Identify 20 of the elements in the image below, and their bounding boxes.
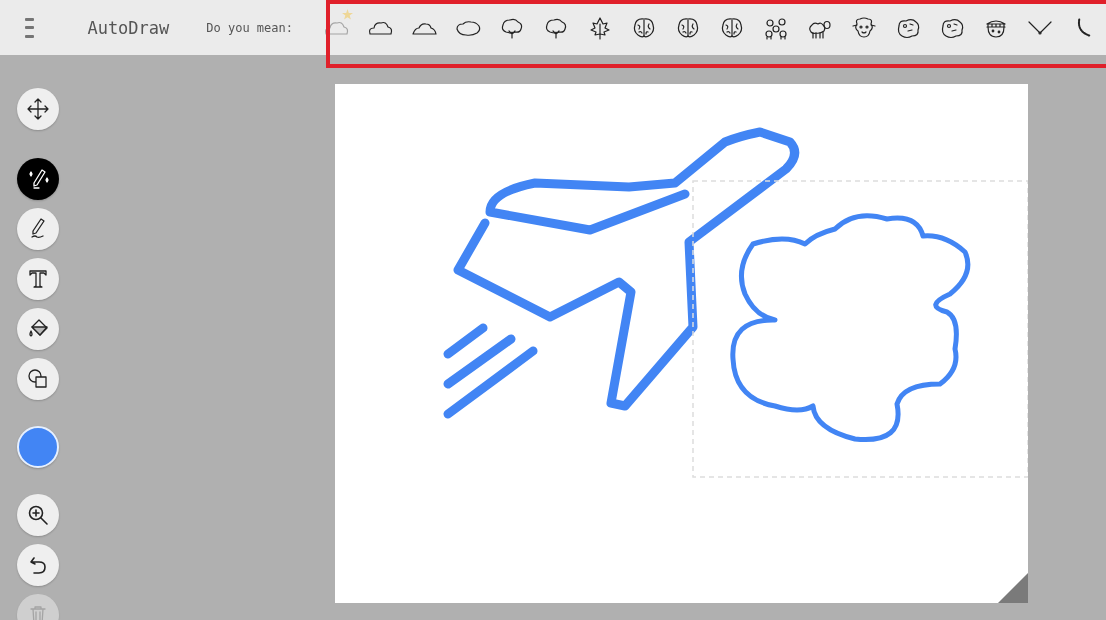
text-icon (26, 267, 50, 291)
shape-tool-button[interactable] (17, 358, 59, 400)
move-tool-button[interactable] (17, 88, 59, 130)
suggestions-label: Do you mean: (206, 20, 293, 35)
draw-tool-button[interactable] (17, 208, 59, 250)
page-corner-icon (998, 573, 1028, 603)
zoom-button[interactable] (17, 494, 59, 536)
autodraw-tool-button[interactable] (17, 158, 59, 200)
undo-button[interactable] (17, 544, 59, 586)
text-tool-button[interactable] (17, 258, 59, 300)
menu-button[interactable] (25, 17, 35, 38)
app-title: AutoDraw (87, 17, 170, 38)
move-icon (26, 97, 50, 121)
star-icon (342, 8, 353, 20)
zoom-in-icon (26, 503, 50, 527)
shapes-icon (26, 367, 50, 391)
color-swatch[interactable] (17, 426, 59, 468)
arc-icon (1077, 18, 1091, 37)
drawing-canvas[interactable] (335, 84, 1028, 603)
fill-tool-button[interactable] (17, 308, 59, 350)
